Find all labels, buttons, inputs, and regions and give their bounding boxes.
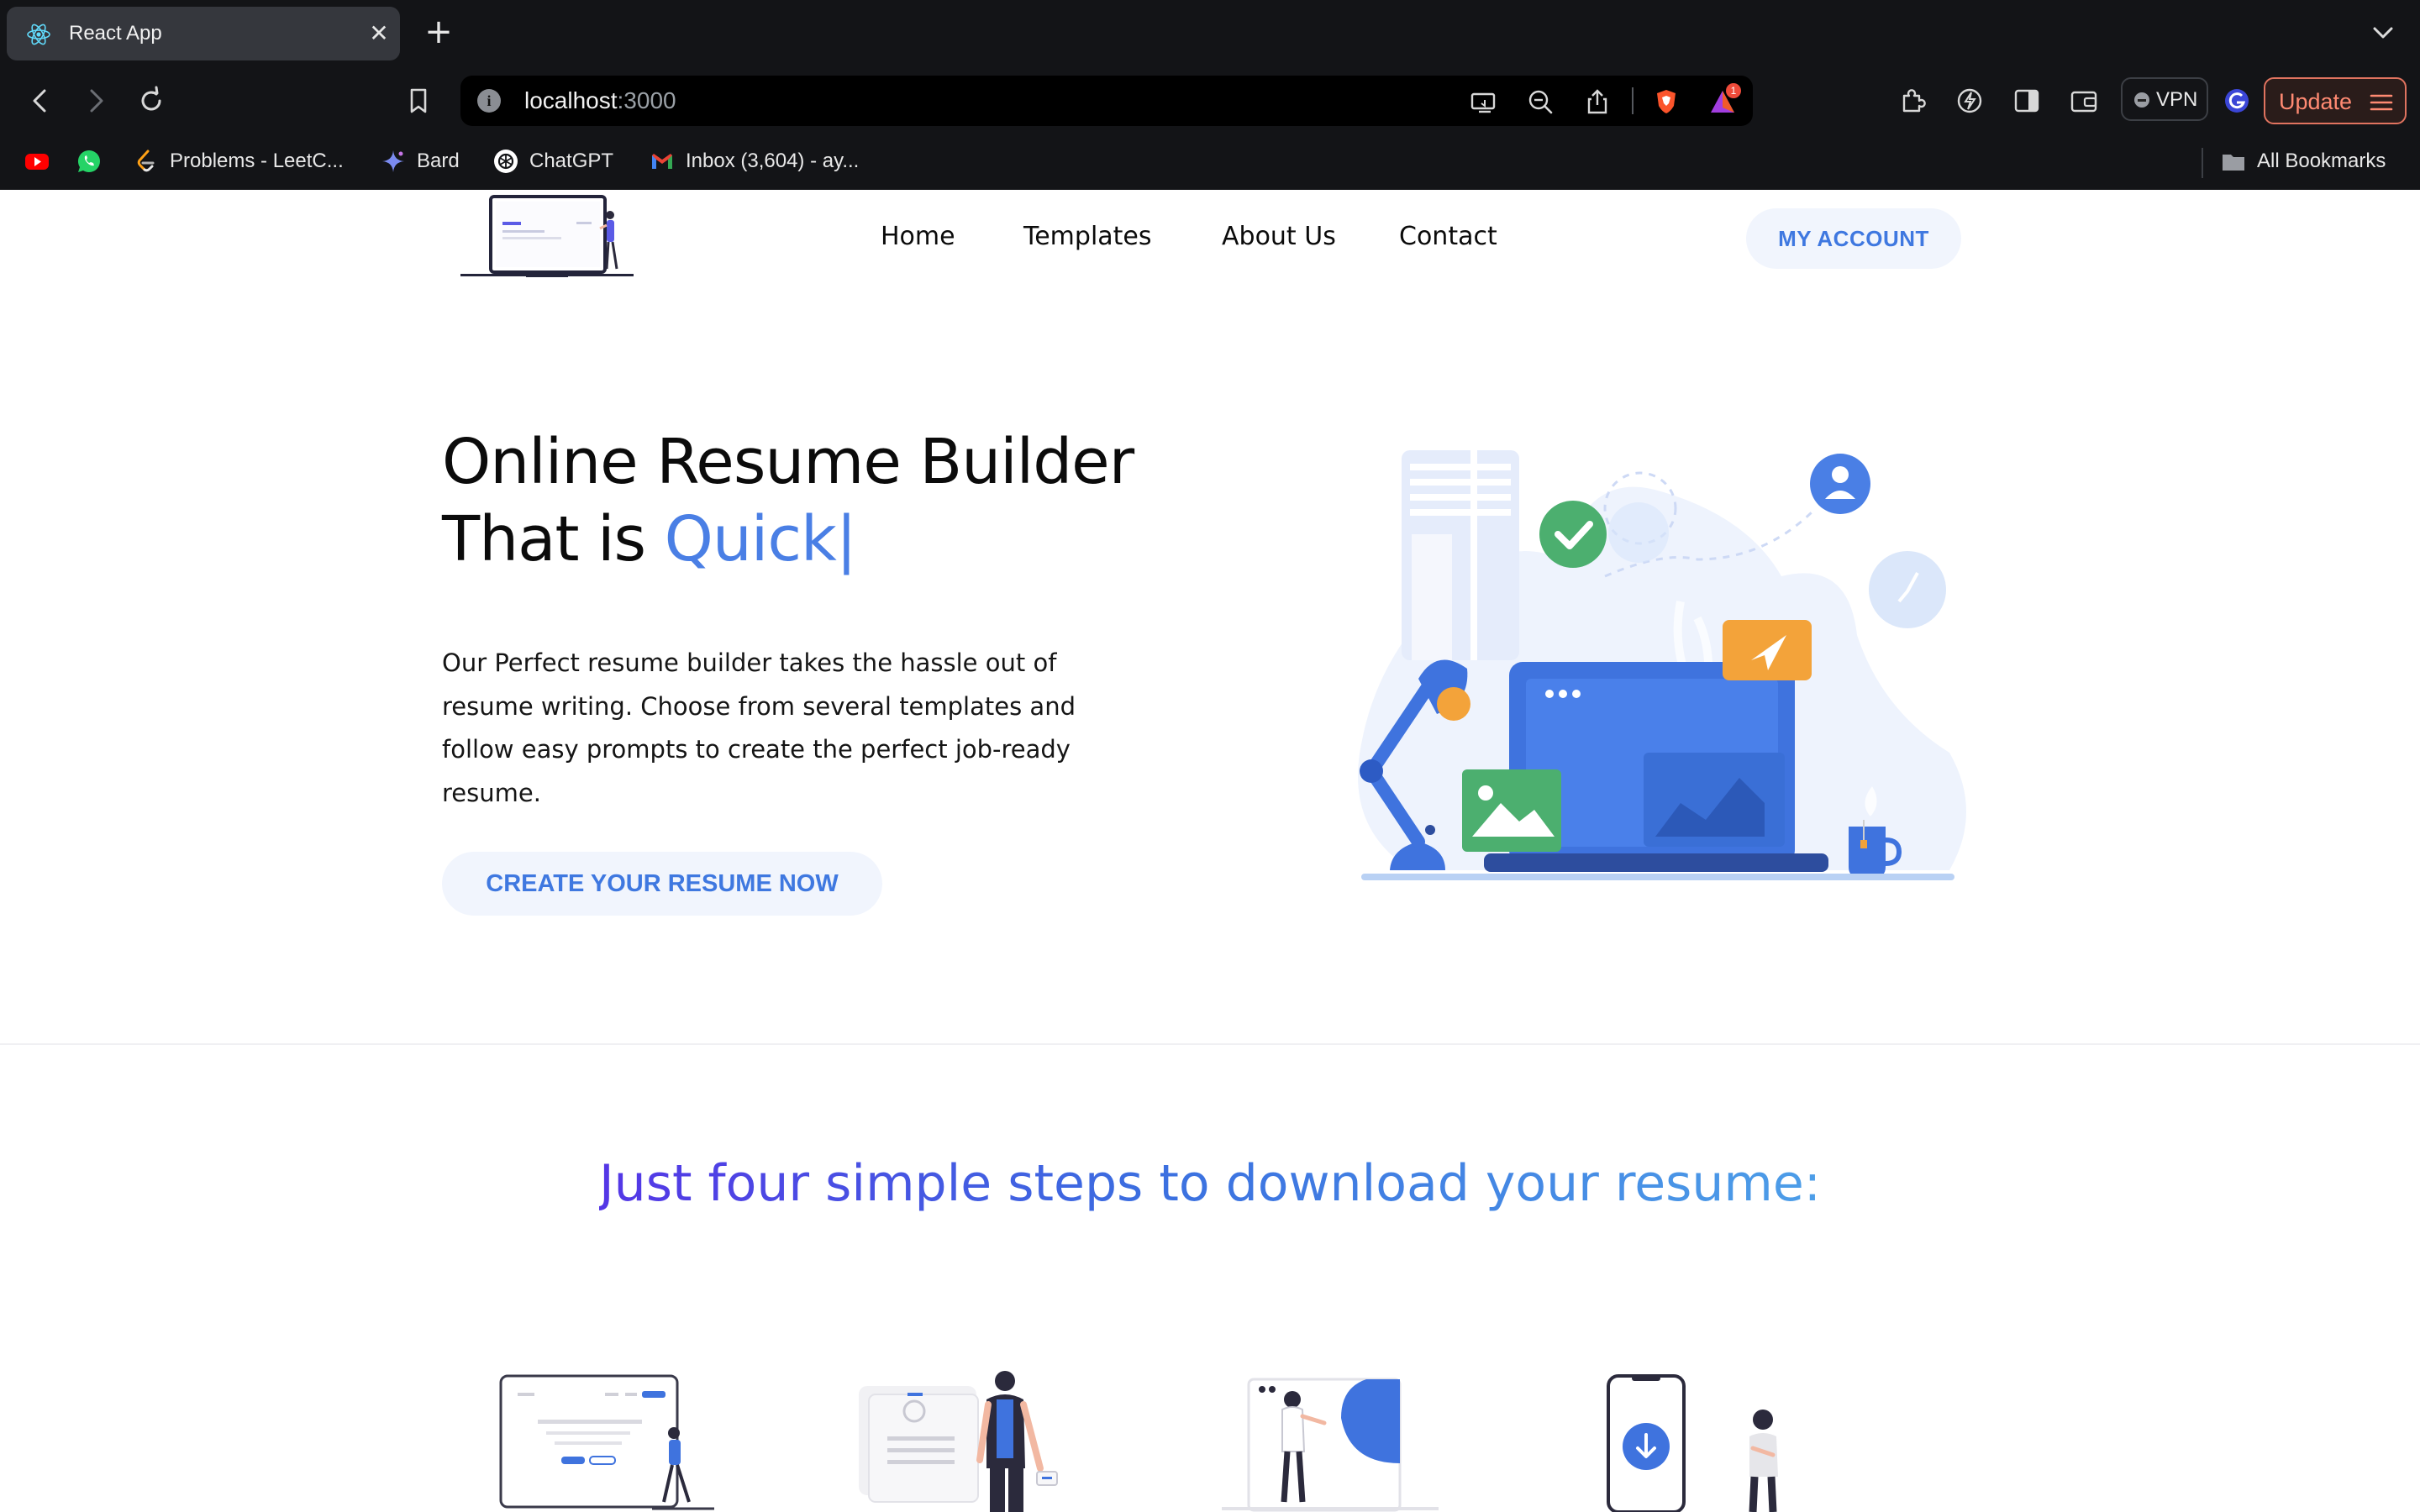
folder-icon xyxy=(2223,155,2244,171)
hero-typed-word: Quick xyxy=(664,503,837,575)
site-logo[interactable] xyxy=(459,192,635,282)
bookmark-leetcode[interactable]: Problems - LeetC... xyxy=(133,146,344,176)
vpn-status-icon xyxy=(2134,92,2149,108)
bookmarks-separator xyxy=(2202,148,2203,178)
bookmark-label: ChatGPT xyxy=(529,150,614,172)
nav-templates[interactable]: Templates xyxy=(1023,222,1152,251)
brave-rewards-icon[interactable]: 1 xyxy=(1706,82,1741,118)
wallet-icon[interactable] xyxy=(2069,86,2099,116)
update-label: Update xyxy=(2279,89,2353,114)
nav-contact[interactable]: Contact xyxy=(1399,222,1497,251)
rewards-badge-count: 1 xyxy=(1731,85,1737,97)
steps-heading-text: Just four simple steps to download your … xyxy=(598,1154,1822,1213)
update-button[interactable]: Update xyxy=(2264,77,2407,124)
step-customize-illustration xyxy=(1222,1378,1439,1512)
step-choose-template-illustration xyxy=(499,1374,714,1510)
bookmark-bard[interactable]: Bard xyxy=(380,146,460,176)
share-icon[interactable] xyxy=(1583,87,1612,116)
bookmark-label: Problems - LeetC... xyxy=(170,150,344,172)
bookmarks-bar: Problems - LeetC... Bard ChatGPT Inbox (… xyxy=(0,134,2420,190)
browser-toolbar: i localhost:3000 1 VPN Update xyxy=(0,67,2420,134)
sidebar-toggle-icon[interactable] xyxy=(2012,86,2042,116)
profile-swirl-icon[interactable] xyxy=(2222,86,2252,116)
react-atom-icon xyxy=(27,24,50,45)
leo-ai-icon[interactable] xyxy=(1954,86,1985,116)
bookmark-label: Bard xyxy=(417,150,460,172)
hero-title-prefix: That is xyxy=(442,503,665,575)
browser-tab-strip: React App ✕ + xyxy=(0,0,2420,67)
step-download-illustration xyxy=(1607,1374,1778,1512)
vpn-label: VPN xyxy=(2156,88,2198,111)
chatgpt-icon xyxy=(494,150,518,173)
leetcode-icon xyxy=(137,150,155,172)
create-resume-button[interactable]: CREATE YOUR RESUME NOW xyxy=(442,852,882,916)
bookmark-chatgpt[interactable]: ChatGPT xyxy=(492,146,613,176)
new-tab-icon[interactable]: + xyxy=(422,13,455,50)
all-bookmarks-label: All Bookmarks xyxy=(2257,150,2386,172)
url-text[interactable]: localhost:3000 xyxy=(524,87,676,114)
brave-shields-icon[interactable] xyxy=(1652,87,1681,116)
resume-builder-illustration xyxy=(1358,450,1966,880)
bookmark-label: Inbox (3,604) - ay... xyxy=(686,150,860,172)
bookmark-gmail[interactable]: Inbox (3,604) - ay... xyxy=(649,146,859,176)
vpn-button[interactable]: VPN xyxy=(2121,77,2208,121)
zoom-out-icon[interactable] xyxy=(1526,87,1555,116)
steps-heading: Just four simple steps to download your … xyxy=(0,1154,2420,1213)
site-info-icon[interactable]: i xyxy=(477,89,501,113)
bookmark-icon[interactable] xyxy=(400,82,437,119)
nav-about-us[interactable]: About Us xyxy=(1222,222,1336,251)
chevron-down-icon[interactable] xyxy=(2366,18,2400,49)
youtube-icon xyxy=(25,154,49,170)
page-viewport: Home Templates About Us Contact MY ACCOU… xyxy=(0,190,2420,1512)
bookmark-youtube[interactable] xyxy=(24,146,50,176)
close-tab-icon[interactable]: ✕ xyxy=(365,19,393,48)
back-arrow-icon[interactable] xyxy=(22,82,59,119)
bard-sparkle-icon xyxy=(382,150,404,172)
nav-home[interactable]: Home xyxy=(881,222,955,251)
whatsapp-icon xyxy=(77,150,100,173)
tab-title: React App xyxy=(69,22,162,45)
gmail-icon xyxy=(652,154,672,169)
browser-tab[interactable]: React App ✕ xyxy=(7,7,400,60)
forward-arrow-icon[interactable] xyxy=(77,82,114,119)
reload-icon[interactable] xyxy=(133,82,170,119)
hamburger-menu-icon xyxy=(2370,94,2393,111)
section-divider xyxy=(0,1043,2420,1045)
address-bar[interactable]: i localhost:3000 1 xyxy=(460,76,1753,126)
hero-title-line1: Online Resume Builder xyxy=(442,426,1134,498)
hero-title: Online Resume Builder That is Quick| xyxy=(442,423,1134,578)
extensions-puzzle-icon[interactable] xyxy=(1897,86,1928,116)
bookmark-whatsapp[interactable] xyxy=(76,146,103,176)
url-bar-separator xyxy=(1632,87,1634,114)
hero-description: Our Perfect resume builder takes the has… xyxy=(442,648,1076,807)
cast-icon[interactable] xyxy=(1469,87,1497,116)
all-bookmarks-button[interactable]: All Bookmarks xyxy=(2220,146,2386,176)
step-fill-details-illustration xyxy=(859,1371,1058,1512)
typing-cursor: | xyxy=(835,503,857,575)
my-account-button[interactable]: MY ACCOUNT xyxy=(1746,208,1961,269)
